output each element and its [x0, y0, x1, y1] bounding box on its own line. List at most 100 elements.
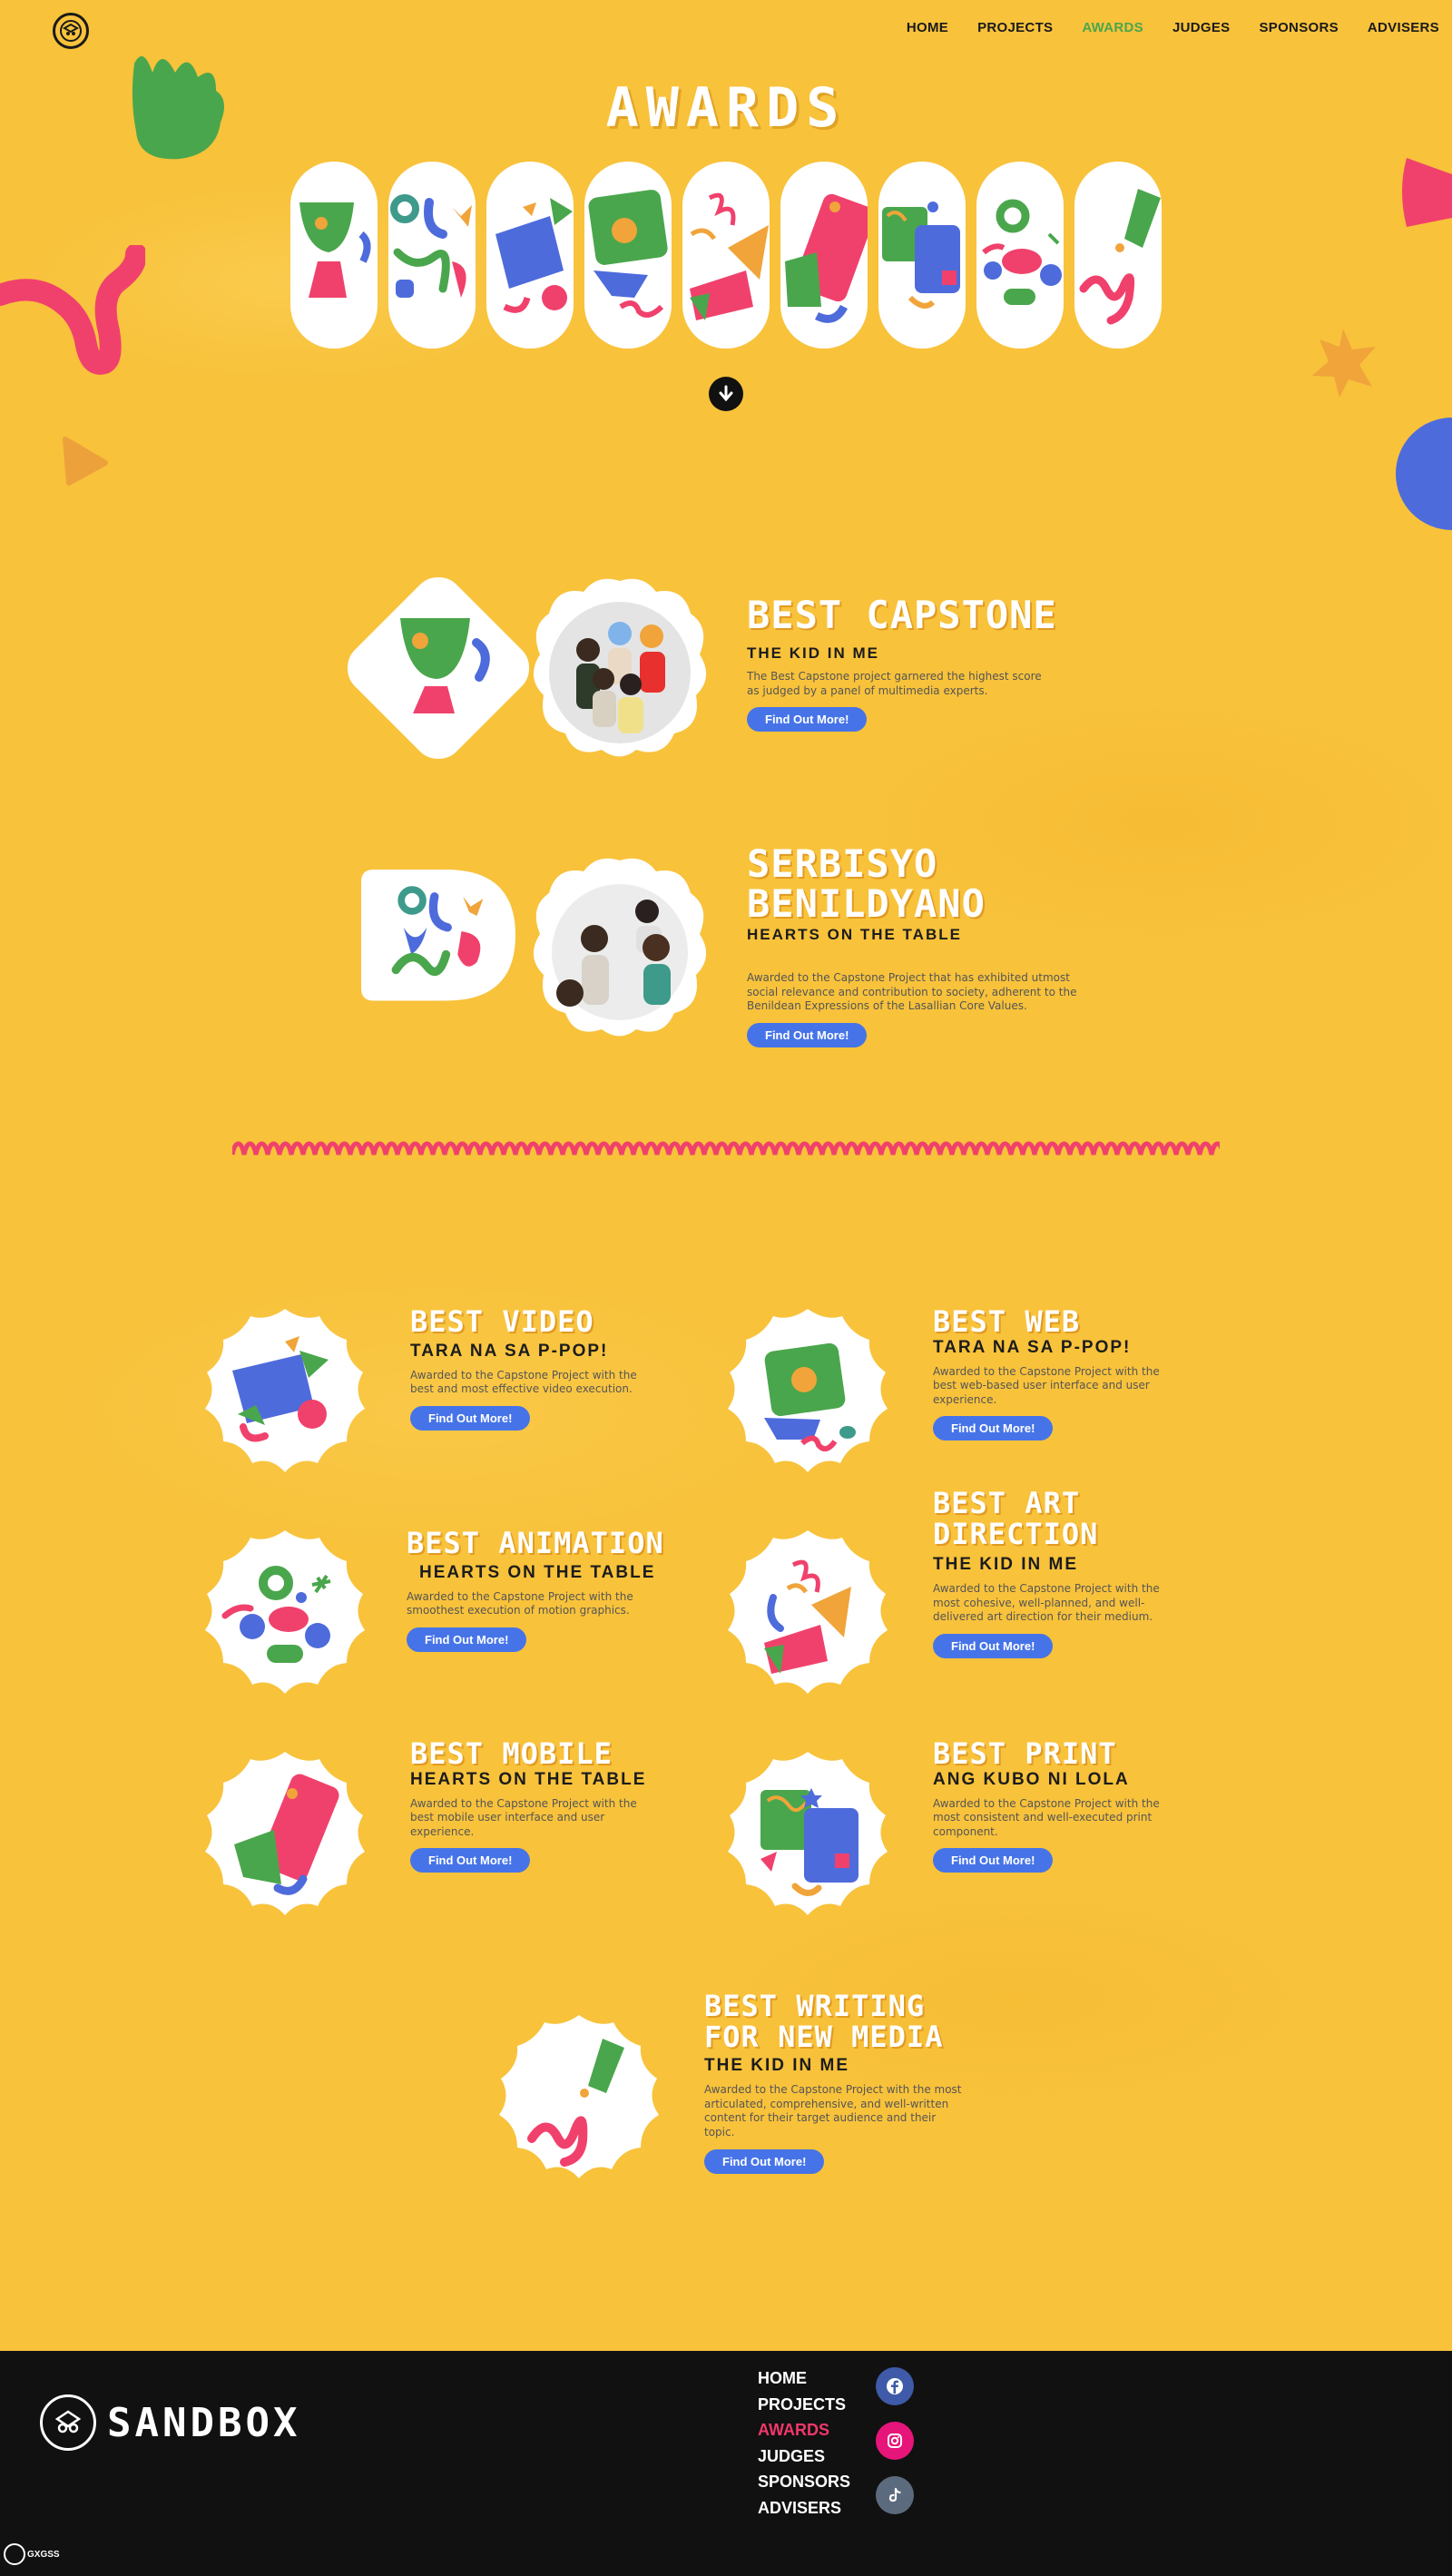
nav-sponsors[interactable]: SPONSORS	[1259, 20, 1338, 35]
find-out-more-button[interactable]: Find Out More!	[933, 1848, 1054, 1873]
footer-link-advisers[interactable]: ADVISERS	[758, 2495, 850, 2522]
award-text: BEST PRINT ANG KUBO NI LOLA Awarded to t…	[933, 1736, 1205, 1873]
footer-link-home[interactable]: HOME	[758, 2365, 850, 2392]
top-nav: HOME PROJECTS AWARDS JUDGES SPONSORS ADV…	[878, 20, 1439, 35]
arrow-down-icon	[719, 385, 733, 402]
pill-animation[interactable]	[976, 162, 1064, 349]
nav-home[interactable]: HOME	[907, 20, 948, 35]
award-description: Awarded to the Capstone Project with the…	[933, 1582, 1160, 1624]
web-badge	[728, 1309, 888, 1472]
footer-link-awards[interactable]: AWARDS	[758, 2417, 850, 2443]
instagram-icon	[888, 2433, 902, 2448]
award-best-mobile: BEST MOBILE HEARTS ON THE TABLE Awarded …	[201, 1738, 673, 1915]
team-photo-the-kid-in-me	[533, 578, 707, 757]
team-photo-hearts-on-the-table	[533, 858, 707, 1037]
footer-brand: SANDBOX	[107, 2399, 301, 2446]
corner-logo-icon	[4, 2543, 25, 2565]
award-title: BEST MOBILE	[410, 1736, 613, 1771]
pink-squiggle-shape	[0, 245, 145, 375]
award-text: BEST MOBILE HEARTS ON THE TABLE Awarded …	[410, 1736, 682, 1873]
sandbox-logo[interactable]	[53, 13, 89, 49]
award-title: BEST ANIMATION	[407, 1526, 664, 1560]
blue-half-circle-shape	[1396, 418, 1452, 530]
find-out-more-button[interactable]: Find Out More!	[747, 1022, 868, 1047]
award-title: BEST CAPSTONE	[747, 593, 1057, 637]
animation-badge	[205, 1530, 365, 1694]
pill-trophy[interactable]	[290, 162, 378, 349]
find-out-more-button[interactable]: Find Out More!	[747, 707, 868, 732]
nav-advisers[interactable]: ADVISERS	[1368, 20, 1439, 35]
award-title: BEST ART DIRECTION	[933, 1486, 1099, 1551]
award-title: BEST VIDEO	[410, 1304, 594, 1339]
award-title: BEST WRITING FOR NEW MEDIA	[704, 1989, 944, 2054]
pink-triangle-shape	[1402, 158, 1452, 227]
scroll-down-button[interactable]	[709, 377, 743, 411]
pill-mobile[interactable]	[780, 162, 868, 349]
pill-print[interactable]	[878, 162, 966, 349]
award-text: BEST ART DIRECTION THE KID IN ME Awarded…	[933, 1486, 1205, 1658]
featured-text: SERBISYO BENILDYANO HEARTS ON THE TABLE …	[747, 841, 1110, 1047]
art-direction-badge	[728, 1530, 888, 1694]
featured-award-serbisyo-benildyano: SERBISYO BENILDYANO HEARTS ON THE TABLE …	[348, 843, 1164, 1047]
award-description: Awarded to the Capstone Project with the…	[407, 1589, 633, 1617]
footer-link-projects[interactable]: PROJECTS	[758, 2392, 850, 2418]
video-badge	[205, 1309, 365, 1472]
pill-video[interactable]	[486, 162, 574, 349]
featured-award-best-capstone: BEST CAPSTONE THE KID IN ME The Best Cap…	[348, 577, 1164, 759]
footer-corner-logo: GXGSS	[4, 2543, 60, 2565]
award-text: BEST ANIMATION HEARTS ON THE TABLE Award…	[407, 1526, 679, 1652]
pill-web[interactable]	[584, 162, 672, 349]
footer-link-judges[interactable]: JUDGES	[758, 2443, 850, 2470]
award-title: BEST PRINT	[933, 1736, 1117, 1771]
footer-link-sponsors[interactable]: SPONSORS	[758, 2469, 850, 2495]
find-out-more-button[interactable]: Find Out More!	[410, 1848, 531, 1873]
orange-star-shape	[1312, 329, 1376, 398]
tiktok-button[interactable]	[876, 2476, 914, 2514]
owl-logo-icon	[60, 20, 82, 42]
orange-triangle-shape	[63, 437, 108, 486]
award-project: THE KID IN ME	[704, 2056, 850, 2076]
award-title: SERBISYO BENILDYANO	[747, 841, 986, 927]
footer-links: HOME PROJECTS AWARDS JUDGES SPONSORS ADV…	[758, 2365, 850, 2521]
award-text: BEST VIDEO TARA NA SA P-POP! Awarded to …	[410, 1304, 682, 1431]
find-out-more-button[interactable]: Find Out More!	[407, 1627, 527, 1652]
print-badge	[728, 1752, 888, 1915]
find-out-more-button[interactable]: Find Out More!	[410, 1405, 531, 1431]
award-project: TARA NA SA P-POP!	[933, 1337, 1132, 1357]
footer-logo[interactable]: SANDBOX	[40, 2394, 300, 2451]
award-best-animation: BEST ANIMATION HEARTS ON THE TABLE Award…	[201, 1528, 673, 1701]
award-description: Awarded to the Capstone Project with the…	[933, 1364, 1160, 1406]
pink-squiggle-divider	[232, 1141, 1220, 1155]
award-project: TARA NA SA P-POP!	[410, 1341, 609, 1361]
award-pills-strip	[290, 162, 1162, 349]
trophy-badge	[348, 577, 529, 759]
award-description: Awarded to the Capstone Project that has…	[747, 971, 1077, 1013]
pill-shapes[interactable]	[388, 162, 476, 349]
award-text: BEST WEB TARA NA SA P-POP! Awarded to th…	[933, 1304, 1205, 1441]
award-best-video: BEST VIDEO TARA NA SA P-POP! Awarded to …	[201, 1306, 673, 1480]
page-title: AWARDS	[605, 76, 847, 140]
facebook-icon	[887, 2378, 903, 2394]
writing-badge	[499, 2015, 659, 2178]
award-text: BEST WRITING FOR NEW MEDIA THE KID IN ME…	[704, 1991, 976, 2174]
mobile-badge	[205, 1752, 365, 1915]
nav-judges[interactable]: JUDGES	[1172, 20, 1231, 35]
award-title: BEST WEB	[933, 1304, 1081, 1339]
facebook-button[interactable]	[876, 2367, 914, 2405]
find-out-more-button[interactable]: Find Out More!	[704, 2148, 825, 2174]
nav-projects[interactable]: PROJECTS	[977, 20, 1053, 35]
find-out-more-button[interactable]: Find Out More!	[933, 1633, 1054, 1658]
featured-text: BEST CAPSTONE THE KID IN ME The Best Cap…	[747, 595, 1110, 732]
instagram-button[interactable]	[876, 2422, 914, 2460]
award-description: The Best Capstone project garnered the h…	[747, 670, 1042, 697]
corner-text: GXGSS	[27, 2549, 60, 2560]
nav-awards[interactable]: AWARDS	[1082, 20, 1143, 35]
award-project: THE KID IN ME	[747, 644, 879, 663]
pill-writing[interactable]	[1074, 162, 1162, 349]
owl-logo-icon	[40, 2394, 96, 2451]
award-best-art-direction: BEST ART DIRECTION THE KID IN ME Awarded…	[724, 1488, 1196, 1694]
find-out-more-button[interactable]: Find Out More!	[933, 1416, 1054, 1441]
award-description: Awarded to the Capstone Project with the…	[410, 1368, 637, 1396]
pill-art[interactable]	[682, 162, 770, 349]
award-description: Awarded to the Capstone Project with the…	[704, 2083, 962, 2138]
